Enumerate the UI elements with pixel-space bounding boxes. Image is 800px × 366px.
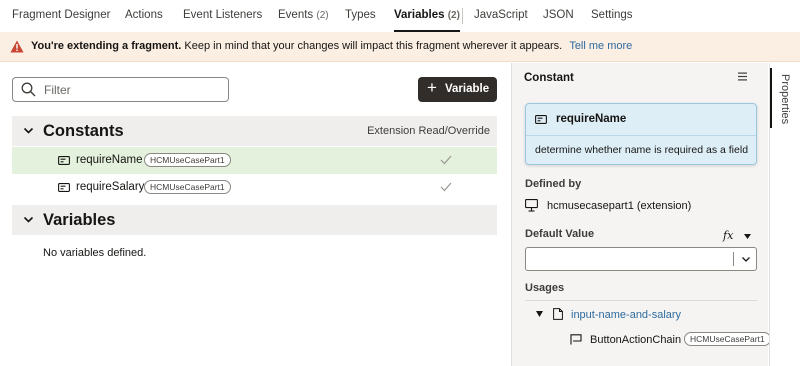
menu-icon[interactable] xyxy=(738,72,747,81)
defined-by-value: hcmusecasepart1 (extension) xyxy=(547,200,692,212)
extension-badge: HCMUseCasePart1 xyxy=(144,180,231,194)
properties-panel: Constant requireName determine whether n… xyxy=(511,63,771,366)
tab-types[interactable]: Types xyxy=(345,9,376,21)
tab-json[interactable]: JSON xyxy=(543,9,574,21)
tab-label: Fragment Designer xyxy=(12,9,111,21)
expand-triangle-icon[interactable] xyxy=(536,311,543,317)
add-variable-button[interactable]: + Variable xyxy=(418,77,497,102)
tab-actions[interactable]: Actions xyxy=(125,9,163,21)
action-chain-name: ButtonActionChain xyxy=(590,334,682,346)
tab-bar: Fragment Designer Actions Event Listener… xyxy=(0,0,800,32)
defined-by-label: Defined by xyxy=(525,178,582,190)
add-variable-label: Variable xyxy=(445,83,490,95)
extension-warning-banner: You're extending a fragment. Keep in min… xyxy=(0,32,800,62)
properties-side-tab[interactable]: Properties xyxy=(769,63,800,366)
constant-info-card: requireName determine whether name is re… xyxy=(525,103,757,165)
extension-badge: HCMUseCasePart1 xyxy=(684,332,771,346)
chevron-down-icon[interactable] xyxy=(23,125,34,136)
usages-label: Usages xyxy=(525,282,565,294)
constant-row-require-salary[interactable]: requireSalary HCMUseCasePart1 xyxy=(12,174,497,201)
monitor-icon xyxy=(525,199,538,212)
constants-title: Constants xyxy=(43,122,124,140)
tab-events[interactable]: Events (2) xyxy=(278,9,329,21)
banner-text: Keep in mind that your changes will impa… xyxy=(184,40,563,52)
tab-label: Types xyxy=(345,9,376,21)
variables-group-header[interactable]: Variables xyxy=(12,205,497,235)
constant-row-require-name[interactable]: requireName HCMUseCasePart1 xyxy=(12,147,497,174)
banner-message: You're extending a fragment. Keep in min… xyxy=(31,40,632,52)
banner-bold-text: You're extending a fragment. xyxy=(31,40,182,52)
tab-label: Events xyxy=(278,9,314,21)
constant-icon xyxy=(58,183,70,192)
tab-label: Settings xyxy=(591,9,633,21)
constant-card-title: requireName xyxy=(556,113,627,125)
defined-by-row: hcmusecasepart1 (extension) xyxy=(525,199,755,215)
constants-group-header[interactable]: Constants Extension Read/Override xyxy=(12,116,497,146)
variables-title: Variables xyxy=(43,211,116,229)
filter-input[interactable] xyxy=(44,81,224,98)
tab-count: (2) xyxy=(316,10,329,21)
tab-divider xyxy=(462,8,463,24)
tab-label: JavaScript xyxy=(474,9,528,21)
constant-icon xyxy=(535,115,547,124)
no-variables-text: No variables defined. xyxy=(43,247,147,259)
checkmark-icon xyxy=(440,155,452,165)
tab-label: Actions xyxy=(125,9,163,21)
card-divider xyxy=(526,135,756,136)
tab-label: Variables xyxy=(394,9,445,21)
tab-event-listeners[interactable]: Event Listeners xyxy=(183,9,262,21)
search-icon xyxy=(21,82,36,97)
properties-tab-label: Properties xyxy=(779,74,791,125)
default-value-select[interactable] xyxy=(525,247,757,271)
constant-icon xyxy=(58,156,70,165)
extension-override-column-label: Extension Read/Override xyxy=(367,125,490,137)
constant-name: requireSalary xyxy=(76,181,145,193)
document-icon xyxy=(553,308,563,320)
chevron-down-icon[interactable] xyxy=(742,257,750,262)
checkmark-icon xyxy=(440,182,452,192)
constant-name: requireName xyxy=(76,154,143,166)
extension-badge: HCMUseCasePart1 xyxy=(144,153,231,167)
usage-child-item[interactable]: ButtonActionChain HCMUseCasePart1 xyxy=(570,332,771,349)
fx-expression-button[interactable]: fx xyxy=(723,229,733,242)
default-value-label: Default Value xyxy=(525,228,595,240)
tab-label: JSON xyxy=(543,9,574,21)
usage-page-link[interactable]: input-name-and-salary xyxy=(571,309,681,321)
properties-header: Constant xyxy=(524,72,574,84)
tab-label: Event Listeners xyxy=(183,9,263,21)
tell-me-more-link[interactable]: Tell me more xyxy=(569,40,632,52)
warning-icon xyxy=(10,40,24,53)
action-chain-icon xyxy=(570,334,582,345)
constant-description: determine whether name is required as a … xyxy=(535,144,749,156)
chevron-down-icon[interactable] xyxy=(23,214,34,225)
plus-icon: + xyxy=(427,78,437,97)
tab-variables[interactable]: Variables (2) xyxy=(394,9,460,32)
tab-settings[interactable]: Settings xyxy=(591,9,633,21)
select-separator xyxy=(733,252,734,266)
usage-tree-item[interactable]: input-name-and-salary xyxy=(536,308,756,324)
active-tab-indicator xyxy=(770,68,772,128)
usages-divider xyxy=(525,300,757,301)
filter-field[interactable] xyxy=(12,77,229,102)
caret-down-icon[interactable] xyxy=(744,234,751,239)
tab-count: (2) xyxy=(447,10,460,21)
tab-javascript[interactable]: JavaScript xyxy=(474,9,528,21)
tab-fragment-designer[interactable]: Fragment Designer xyxy=(12,9,110,21)
